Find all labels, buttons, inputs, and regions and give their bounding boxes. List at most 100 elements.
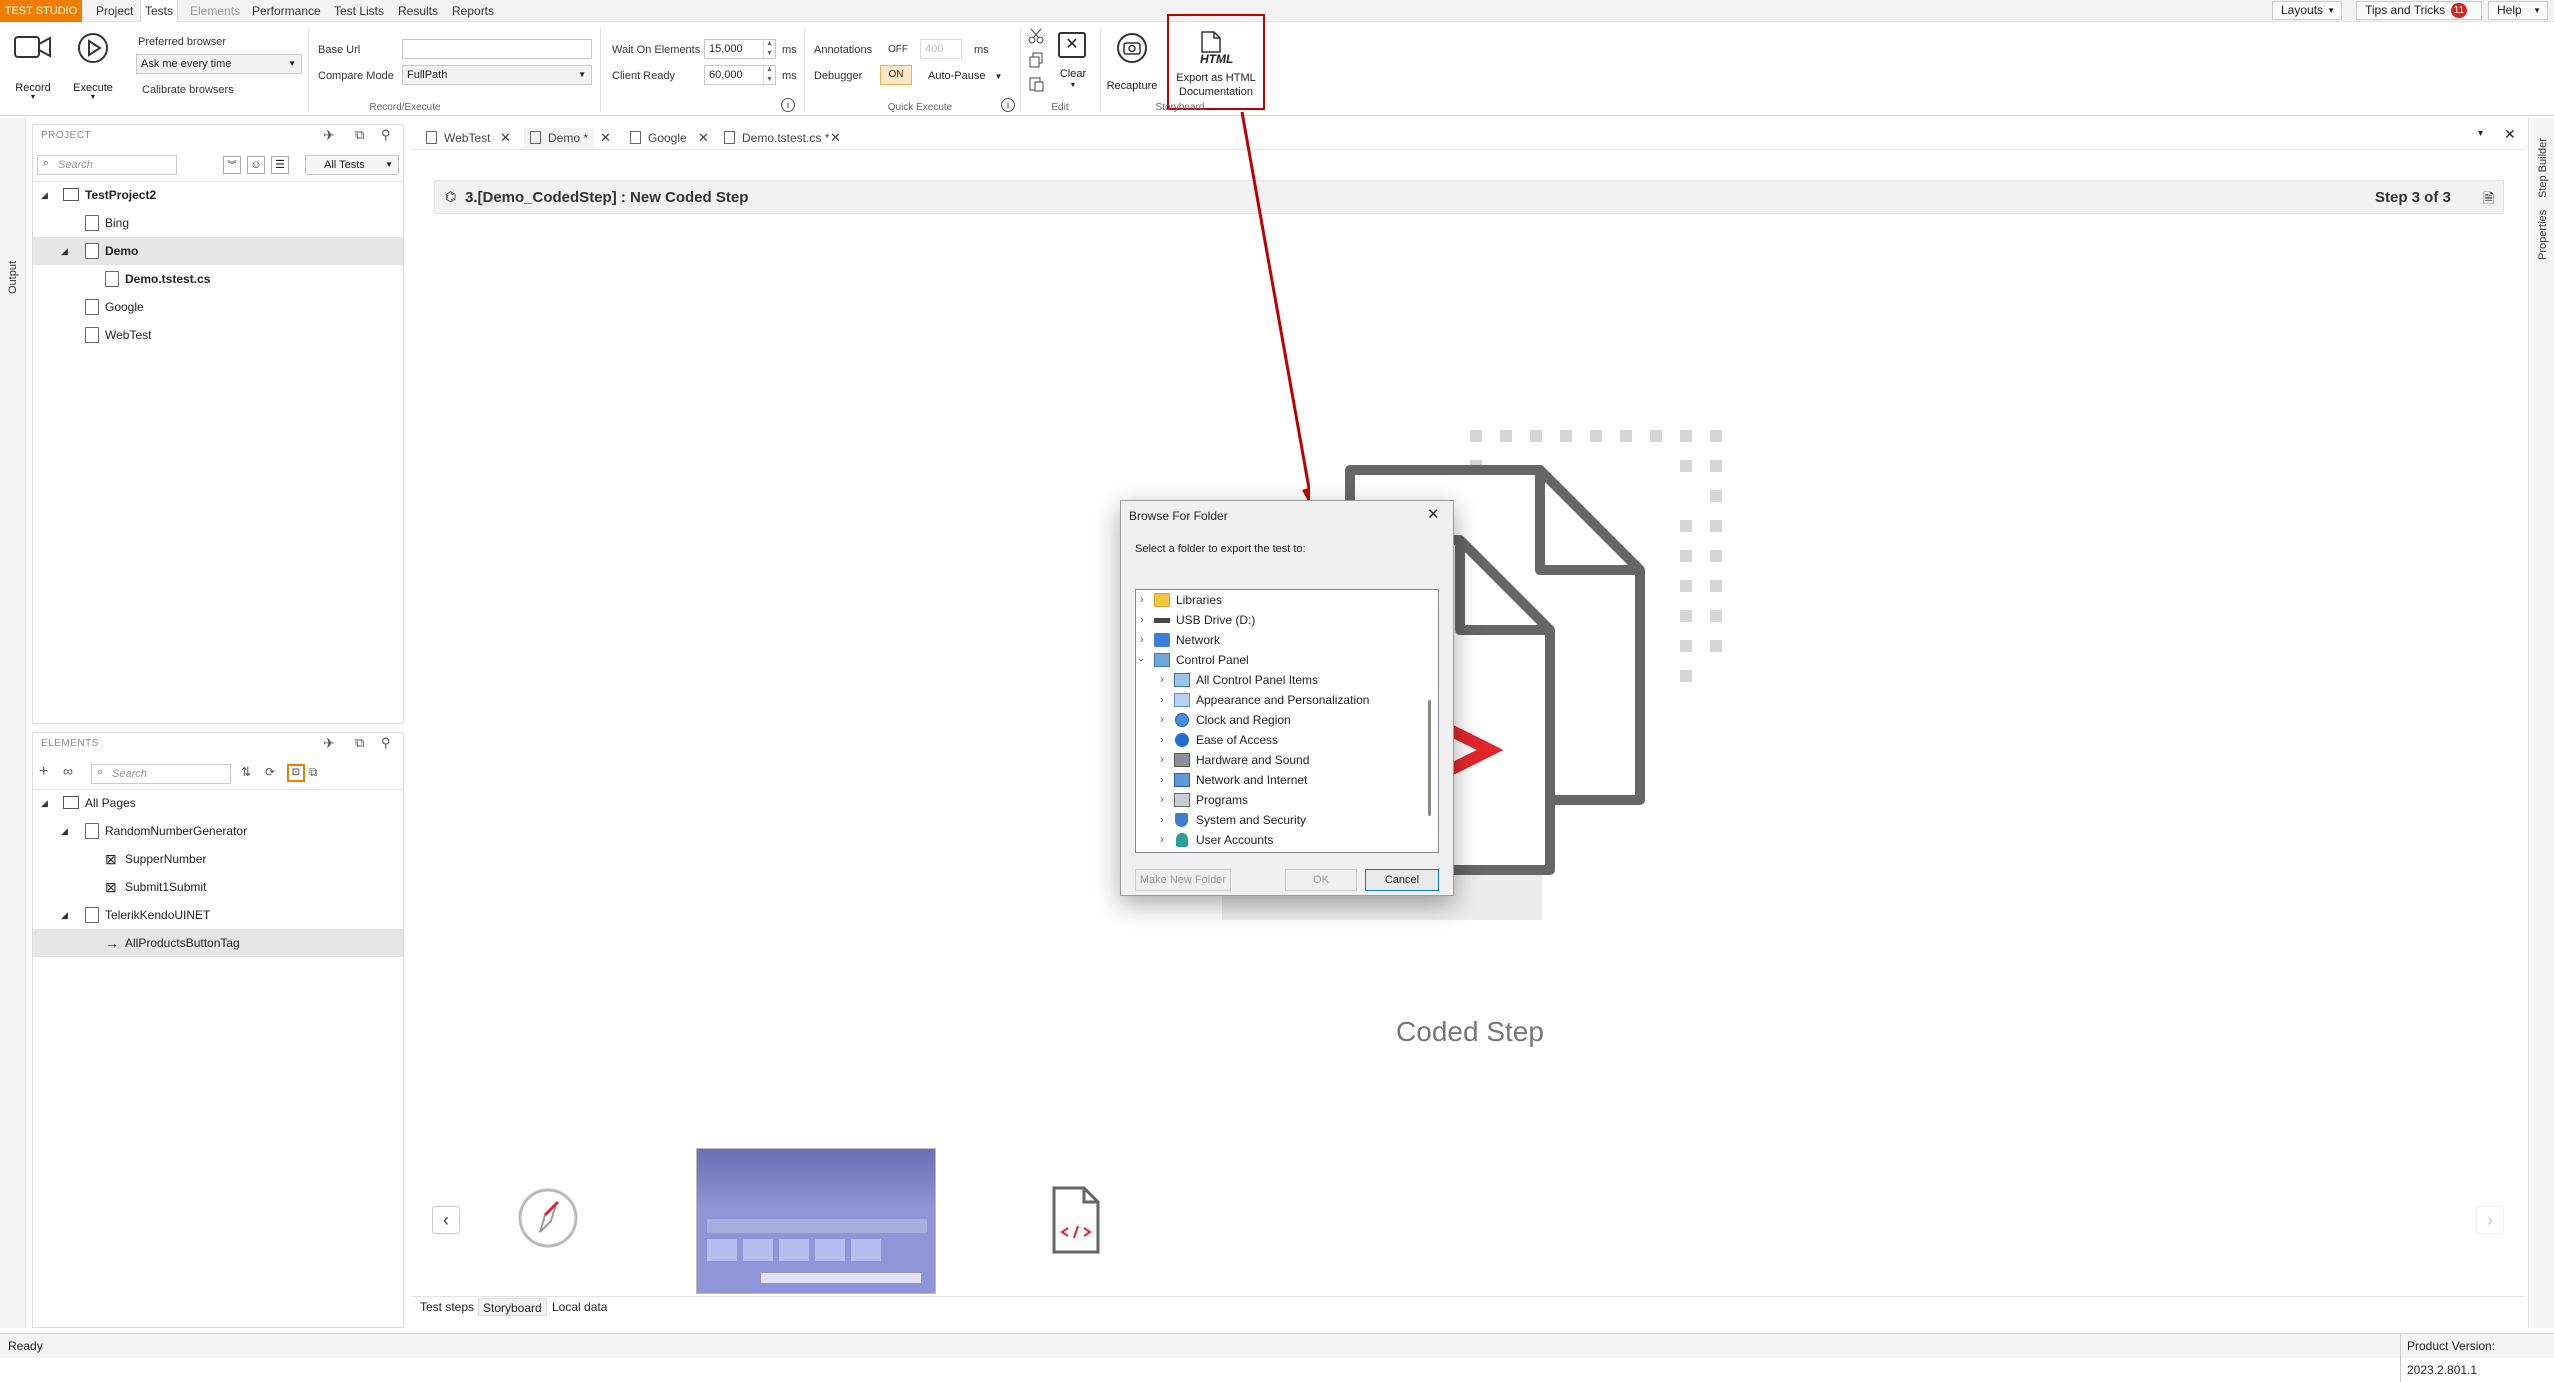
properties-side-tab[interactable]: Properties bbox=[2537, 210, 2549, 260]
copy-icon[interactable] bbox=[1028, 52, 1044, 68]
layouts-dropdown[interactable]: Layouts ▼ bbox=[2272, 1, 2342, 20]
link-icon[interactable]: ∞ bbox=[63, 763, 73, 779]
chevron-down-icon[interactable]: › bbox=[1136, 658, 1151, 662]
spinner-arrows-icon[interactable]: ▲ ▼ bbox=[763, 39, 775, 59]
doc-tab-demo[interactable]: Demo * ✕ bbox=[524, 128, 611, 148]
doc-tab-webtest[interactable]: WebTest ✕ bbox=[420, 128, 511, 148]
cancel-button[interactable]: Cancel bbox=[1365, 869, 1439, 891]
tab-storyboard[interactable]: Storyboard bbox=[478, 1298, 547, 1316]
menu-reports[interactable]: Reports bbox=[448, 0, 498, 22]
refresh-icon[interactable]: ⟳ bbox=[265, 765, 275, 779]
document-icon[interactable]: 🗎 bbox=[2483, 188, 2494, 212]
storyboard-thumb-1[interactable] bbox=[512, 1172, 584, 1254]
chevron-right-icon[interactable]: › bbox=[1160, 790, 1164, 810]
output-side-tab[interactable]: Output bbox=[7, 261, 19, 294]
auto-pause-dropdown[interactable]: Auto-Pause ▼ bbox=[928, 70, 1002, 82]
paste-icon[interactable] bbox=[1028, 76, 1044, 92]
info-icon[interactable]: i bbox=[1001, 98, 1015, 112]
clear-button[interactable]: ✕ Clear ▼ bbox=[1054, 32, 1092, 102]
rocket-icon[interactable]: ✈ bbox=[323, 735, 335, 752]
close-document-icon[interactable]: ✕ bbox=[2504, 126, 2516, 143]
popout-icon[interactable]: ⧉ bbox=[355, 735, 364, 751]
doc-tab-demo-cs[interactable]: Demo.tstest.cs * ✕ bbox=[718, 128, 841, 148]
chevron-right-icon[interactable]: › bbox=[1160, 690, 1164, 710]
debugger-on-toggle[interactable]: ON bbox=[880, 65, 912, 85]
element-tree-item[interactable]: → AllProductsButtonTag bbox=[33, 929, 403, 957]
annotations-delay-input[interactable]: 400 bbox=[920, 39, 962, 59]
sort-icon[interactable]: ⇅ bbox=[241, 765, 251, 779]
record-button[interactable]: Record ▼ bbox=[8, 32, 58, 102]
elements-search-input[interactable]: Search bbox=[91, 764, 231, 784]
preferred-browser-select[interactable]: Ask me every time ▼ bbox=[136, 54, 302, 74]
close-icon[interactable]: ✕ bbox=[500, 128, 511, 148]
element-tree-item[interactable]: ◢ TelerikKendoUINET bbox=[33, 901, 403, 929]
spinner-arrows-icon[interactable]: ▲ ▼ bbox=[763, 65, 775, 85]
close-icon[interactable]: ✕ bbox=[600, 128, 611, 148]
chevron-right-icon[interactable]: › bbox=[1140, 630, 1144, 650]
annotations-off-toggle[interactable]: OFF bbox=[888, 44, 908, 55]
menu-elements[interactable]: Elements bbox=[186, 0, 244, 22]
step-builder-side-tab[interactable]: Step Builder bbox=[2537, 138, 2549, 198]
project-search-input[interactable]: Search bbox=[37, 155, 177, 175]
storyboard-thumb-3[interactable] bbox=[1040, 1176, 1116, 1260]
chevron-right-icon[interactable]: › bbox=[1140, 590, 1144, 610]
make-new-folder-button[interactable]: Make New Folder bbox=[1135, 869, 1231, 891]
chevron-right-icon[interactable]: › bbox=[1160, 670, 1164, 690]
element-tree-item[interactable]: ⊠ Submit1Submit bbox=[33, 873, 403, 901]
chevron-right-icon[interactable]: › bbox=[1160, 770, 1164, 790]
project-tree-item[interactable]: Bing bbox=[33, 209, 403, 237]
collapse-all-icon[interactable]: ︾ bbox=[223, 156, 241, 174]
menu-tests[interactable]: Tests bbox=[140, 0, 179, 22]
project-tree-item[interactable]: Demo.tstest.cs bbox=[33, 265, 403, 293]
storyboard-prev-button[interactable]: ‹ bbox=[432, 1206, 460, 1234]
add-icon[interactable]: + bbox=[39, 763, 48, 781]
user-icon[interactable]: ☺ bbox=[247, 156, 265, 174]
element-tree-item[interactable]: ◢ All Pages bbox=[33, 789, 403, 817]
rocket-icon[interactable]: ✈ bbox=[323, 127, 335, 144]
cut-icon[interactable] bbox=[1028, 28, 1044, 44]
tab-list-chevron-icon[interactable]: ▾ bbox=[2478, 128, 2483, 139]
close-icon[interactable]: ✕ bbox=[1427, 505, 1440, 523]
wait-on-elements-input[interactable]: 15,000 ▲ ▼ bbox=[704, 39, 776, 59]
storyboard-next-button[interactable]: › bbox=[2476, 1206, 2504, 1234]
project-tree-item[interactable]: ◢ Demo bbox=[33, 237, 403, 265]
chevron-right-icon[interactable]: › bbox=[1160, 830, 1164, 850]
chevron-right-icon[interactable]: › bbox=[1140, 610, 1144, 630]
help-dropdown[interactable]: Help ▼ bbox=[2488, 1, 2548, 20]
compare-mode-select[interactable]: FullPath ▼ bbox=[402, 65, 592, 85]
chevron-right-icon[interactable]: › bbox=[1160, 730, 1164, 750]
doc-tab-google[interactable]: Google ✕ bbox=[624, 128, 709, 148]
highlight-toggle-icon[interactable]: ⊡ bbox=[287, 764, 305, 782]
execute-button[interactable]: Execute ▼ bbox=[68, 32, 118, 102]
folder-tree[interactable]: › Libraries › USB Drive (D:) › Network ›… bbox=[1135, 589, 1439, 853]
project-tree-item[interactable]: WebTest bbox=[33, 321, 403, 349]
app-brand-button[interactable]: TEST STUDIO bbox=[0, 0, 82, 22]
popout-icon[interactable]: ⧉ bbox=[355, 127, 364, 143]
menu-performance[interactable]: Performance bbox=[248, 0, 325, 22]
folder-tree-scrollbar[interactable] bbox=[1428, 700, 1431, 816]
ok-button[interactable]: OK bbox=[1285, 869, 1357, 891]
chevron-right-icon[interactable]: › bbox=[1160, 810, 1164, 830]
chevron-right-icon[interactable]: › bbox=[1160, 710, 1164, 730]
calibrate-browsers-button[interactable]: Calibrate browsers bbox=[142, 84, 234, 96]
storyboard-thumb-2[interactable] bbox=[696, 1148, 936, 1294]
element-tree-item[interactable]: ◢ RandomNumberGenerator bbox=[33, 817, 403, 845]
project-tree-item[interactable]: Google bbox=[33, 293, 403, 321]
chevron-right-icon[interactable]: › bbox=[1160, 750, 1164, 770]
menu-results[interactable]: Results bbox=[394, 0, 442, 22]
menu-test-lists[interactable]: Test Lists bbox=[330, 0, 388, 22]
project-tree-item[interactable]: ◢ TestProject2 bbox=[33, 181, 403, 209]
element-tree-item[interactable]: ⊠ SupperNumber bbox=[33, 845, 403, 873]
close-icon[interactable]: ✕ bbox=[830, 128, 841, 148]
copy-icon[interactable]: ⧉ bbox=[309, 765, 318, 780]
recapture-button[interactable]: Recapture bbox=[1104, 32, 1160, 92]
tips-and-tricks-button[interactable]: Tips and Tricks 11 bbox=[2356, 1, 2482, 20]
client-ready-input[interactable]: 60,000 ▲ ▼ bbox=[704, 65, 776, 85]
test-filter-select[interactable]: All Tests ▼ bbox=[305, 155, 399, 175]
menu-project[interactable]: Project bbox=[92, 0, 137, 22]
pin-icon[interactable]: ⚲ bbox=[381, 735, 391, 751]
info-icon[interactable]: i bbox=[781, 98, 795, 112]
base-url-input[interactable] bbox=[402, 39, 592, 59]
export-as-html-button[interactable]: HTML Export as HTML Documentation bbox=[1170, 30, 1262, 106]
pin-icon[interactable]: ⚲ bbox=[381, 127, 391, 143]
